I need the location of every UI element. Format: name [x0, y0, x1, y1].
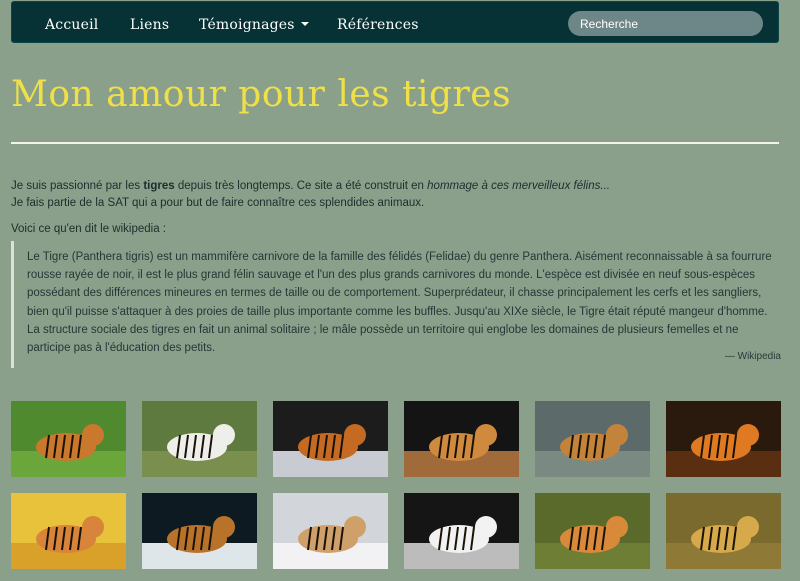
intro-paragraph: Je suis passionné par les tigres depuis … [11, 178, 610, 195]
top-navbar: Accueil Liens Témoignages Références [11, 1, 779, 43]
tiger-photo-thumbnail[interactable] [273, 401, 388, 477]
title-divider [11, 142, 779, 144]
tiger-photo-thumbnail[interactable] [11, 401, 126, 477]
quote-source: — Wikipedia [724, 351, 781, 362]
wikipedia-quote: Le Tigre (Panthera tigris) est un mammif… [11, 241, 781, 368]
intro-text-start: Je suis passionné par les [11, 180, 144, 192]
nav-item-temoignages-label: Témoignages [199, 17, 295, 33]
intro-bold-tigres: tigres [143, 180, 175, 192]
tiger-photo-thumbnail[interactable] [404, 401, 519, 477]
tiger-photo-thumbnail[interactable] [666, 493, 781, 569]
tiger-photo-thumbnail[interactable] [273, 493, 388, 569]
tiger-photo-thumbnail[interactable] [535, 401, 650, 477]
intro-sat-paragraph: Je fais partie de la SAT qui a pour but … [11, 197, 425, 209]
intro-text-middle: depuis très longtemps. Ce site a été con… [174, 180, 428, 192]
chevron-down-icon [300, 22, 309, 26]
search-input[interactable] [568, 11, 763, 36]
nav-item-references[interactable]: Références [337, 2, 419, 44]
tiger-photo-thumbnail[interactable] [666, 401, 781, 477]
page-title: Mon amour pour les tigres [11, 74, 512, 115]
intro-wikipedia-lead: Voici ce qu'en dit le wikipedia : [11, 223, 166, 235]
tiger-photo-thumbnail[interactable] [535, 493, 650, 569]
nav-item-accueil[interactable]: Accueil [45, 2, 98, 44]
tiger-photo-thumbnail[interactable] [11, 493, 126, 569]
quote-text: Le Tigre (Panthera tigris) est un mammif… [27, 251, 772, 355]
intro-italic-hommage: hommage à ces merveilleux félins... [427, 180, 610, 192]
nav-item-temoignages[interactable]: Témoignages [199, 2, 309, 44]
tiger-photo-thumbnail[interactable] [142, 493, 257, 569]
tiger-photo-thumbnail[interactable] [142, 401, 257, 477]
tiger-photo-thumbnail[interactable] [404, 493, 519, 569]
nav-item-liens[interactable]: Liens [130, 2, 169, 44]
